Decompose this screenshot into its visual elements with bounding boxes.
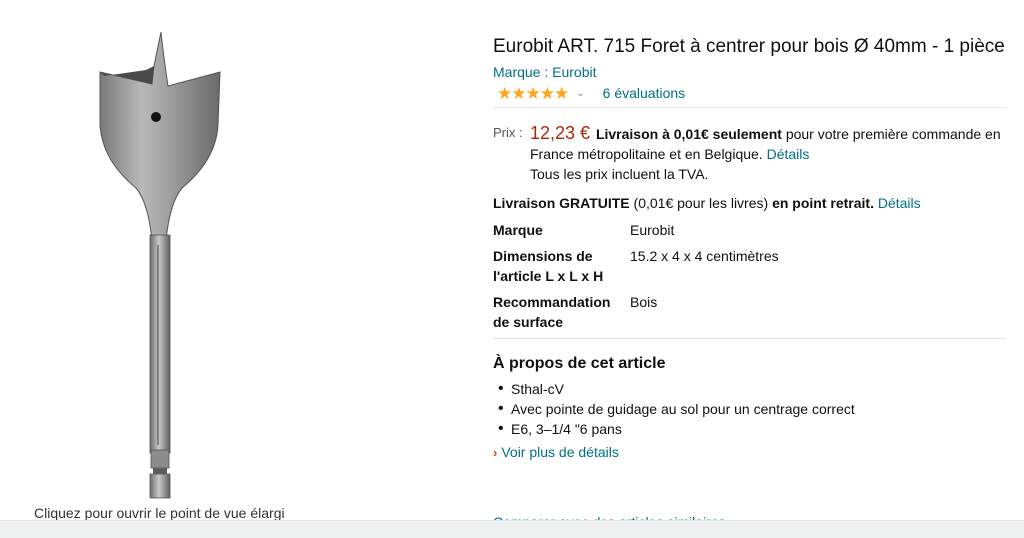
spec-row: Marque Eurobit — [493, 220, 1006, 240]
chevron-right-icon: › — [493, 444, 498, 460]
delivery-offer: Livraison à 0,01€ seulement — [595, 126, 782, 142]
spec-row: Recommandation de surface Bois — [493, 292, 1006, 332]
list-item: Sthal-cV — [498, 379, 1006, 399]
spec-row: Dimensions de l'article L x L x H 15.2 x… — [493, 246, 1006, 286]
product-image[interactable] — [96, 30, 226, 502]
bottom-bar — [0, 520, 1024, 538]
chevron-down-icon[interactable]: ⌄ — [576, 88, 584, 99]
brand-link[interactable]: Marque : Eurobit — [493, 63, 1006, 81]
price-content: 12,23 € Livraison à 0,01€ seulement pour… — [530, 123, 1006, 184]
about-bullets: Sthal-cV Avec pointe de guidage au sol p… — [493, 379, 1006, 439]
about-title: À propos de cet article — [493, 355, 666, 372]
rating-row: ★ ★ ★ ★ ★ ⌄ 6 évaluations — [493, 82, 1006, 104]
price-label: Prix : — [493, 125, 523, 140]
price-block: Prix : 12,23 € Livraison à 0,01€ seuleme… — [493, 123, 1006, 184]
divider — [493, 107, 1006, 108]
tax-note: Tous les prix incluent la TVA. — [530, 166, 709, 182]
free-delivery-label: Livraison GRATUITE — [493, 195, 630, 211]
free-delivery-details-link[interactable]: Détails — [878, 195, 921, 211]
spec-value: Eurobit — [630, 222, 675, 238]
star-icon: ★ — [554, 83, 569, 103]
star-icon: ★ — [525, 83, 541, 103]
pickup-point-label: en point retrait. — [772, 195, 874, 211]
zoom-caption[interactable]: Cliquez pour ouvrir le point de vue élar… — [34, 505, 285, 521]
divider — [493, 338, 1006, 339]
star-icon: ★ — [511, 83, 526, 103]
spec-value: Bois — [630, 294, 658, 310]
free-delivery-text: (0,01€ pour les livres) — [629, 195, 773, 211]
spec-table: Marque Eurobit Dimensions de l'article L… — [493, 220, 1006, 332]
details-link[interactable]: Détails — [767, 146, 810, 162]
see-more-label[interactable]: Voir plus de détails — [501, 444, 619, 460]
list-item: E6, 3–1/4 "6 pans — [498, 419, 1006, 439]
spec-key: Dimensions de l'article L x L x H — [493, 248, 604, 284]
product-title: Eurobit ART. 715 Foret à centrer pour bo… — [493, 36, 1005, 57]
price-value: 12,23 € — [530, 123, 591, 143]
product-details: Eurobit ART. 715 Foret à centrer pour bo… — [493, 30, 1006, 460]
star-icon: ★ — [497, 83, 512, 103]
star-icon: ★ — [539, 83, 555, 103]
spec-key: Marque — [493, 222, 543, 238]
spec-value: 15.2 x 4 x 4 centimètres — [630, 248, 779, 264]
spec-key: Recommandation de surface — [493, 294, 611, 330]
see-more-link[interactable]: › Voir plus de détails — [493, 444, 1006, 460]
image-column: Cliquez pour ouvrir le point de vue élar… — [0, 0, 320, 537]
ratings-count-link[interactable]: 6 évaluations — [603, 85, 686, 101]
list-item: Avec pointe de guidage au sol pour un ce… — [498, 399, 1006, 419]
star-rating[interactable]: ★ ★ ★ ★ ★ — [497, 83, 569, 103]
free-delivery: Livraison GRATUITE (0,01€ pour les livre… — [493, 193, 1006, 213]
